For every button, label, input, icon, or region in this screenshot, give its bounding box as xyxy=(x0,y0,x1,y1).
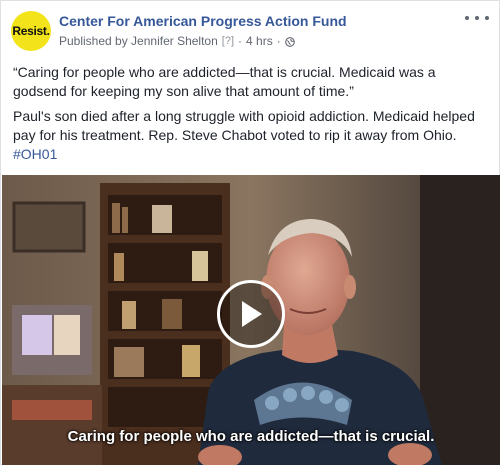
video-player[interactable]: Caring for people who are addicted—that … xyxy=(2,175,500,465)
post-time[interactable]: 4 hrs xyxy=(246,34,273,48)
published-by[interactable]: Published by Jennifer Shelton xyxy=(59,34,218,48)
meta-separator: · xyxy=(238,34,243,48)
post-header: Resist. Center For American Progress Act… xyxy=(1,1,499,57)
post-quote: “Caring for people who are addicted—that… xyxy=(13,64,436,99)
globe-icon[interactable] xyxy=(284,36,295,47)
hashtag-link[interactable]: #OH01 xyxy=(13,146,57,162)
post-paragraph: Paul's son died after a long struggle wi… xyxy=(13,107,485,164)
play-icon xyxy=(242,301,262,327)
page-avatar[interactable]: Resist. xyxy=(11,11,51,51)
video-subtitle: Caring for people who are addicted—that … xyxy=(67,428,435,445)
post-meta: Published by Jennifer Shelton [?] · 4 hr… xyxy=(59,34,295,48)
meta-separator-2: · xyxy=(276,34,281,48)
post-text: “Caring for people who are addicted—that… xyxy=(13,63,485,170)
facebook-post: Resist. Center For American Progress Act… xyxy=(0,0,500,465)
page-name-link[interactable]: Center For American Progress Action Fund xyxy=(59,13,347,29)
help-marker[interactable]: [?] xyxy=(222,35,234,47)
play-button[interactable] xyxy=(217,280,285,348)
more-options-icon[interactable] xyxy=(465,11,489,25)
post-paragraph-text: Paul's son died after a long struggle wi… xyxy=(13,108,475,143)
avatar-logo-text: Resist. xyxy=(12,24,50,38)
